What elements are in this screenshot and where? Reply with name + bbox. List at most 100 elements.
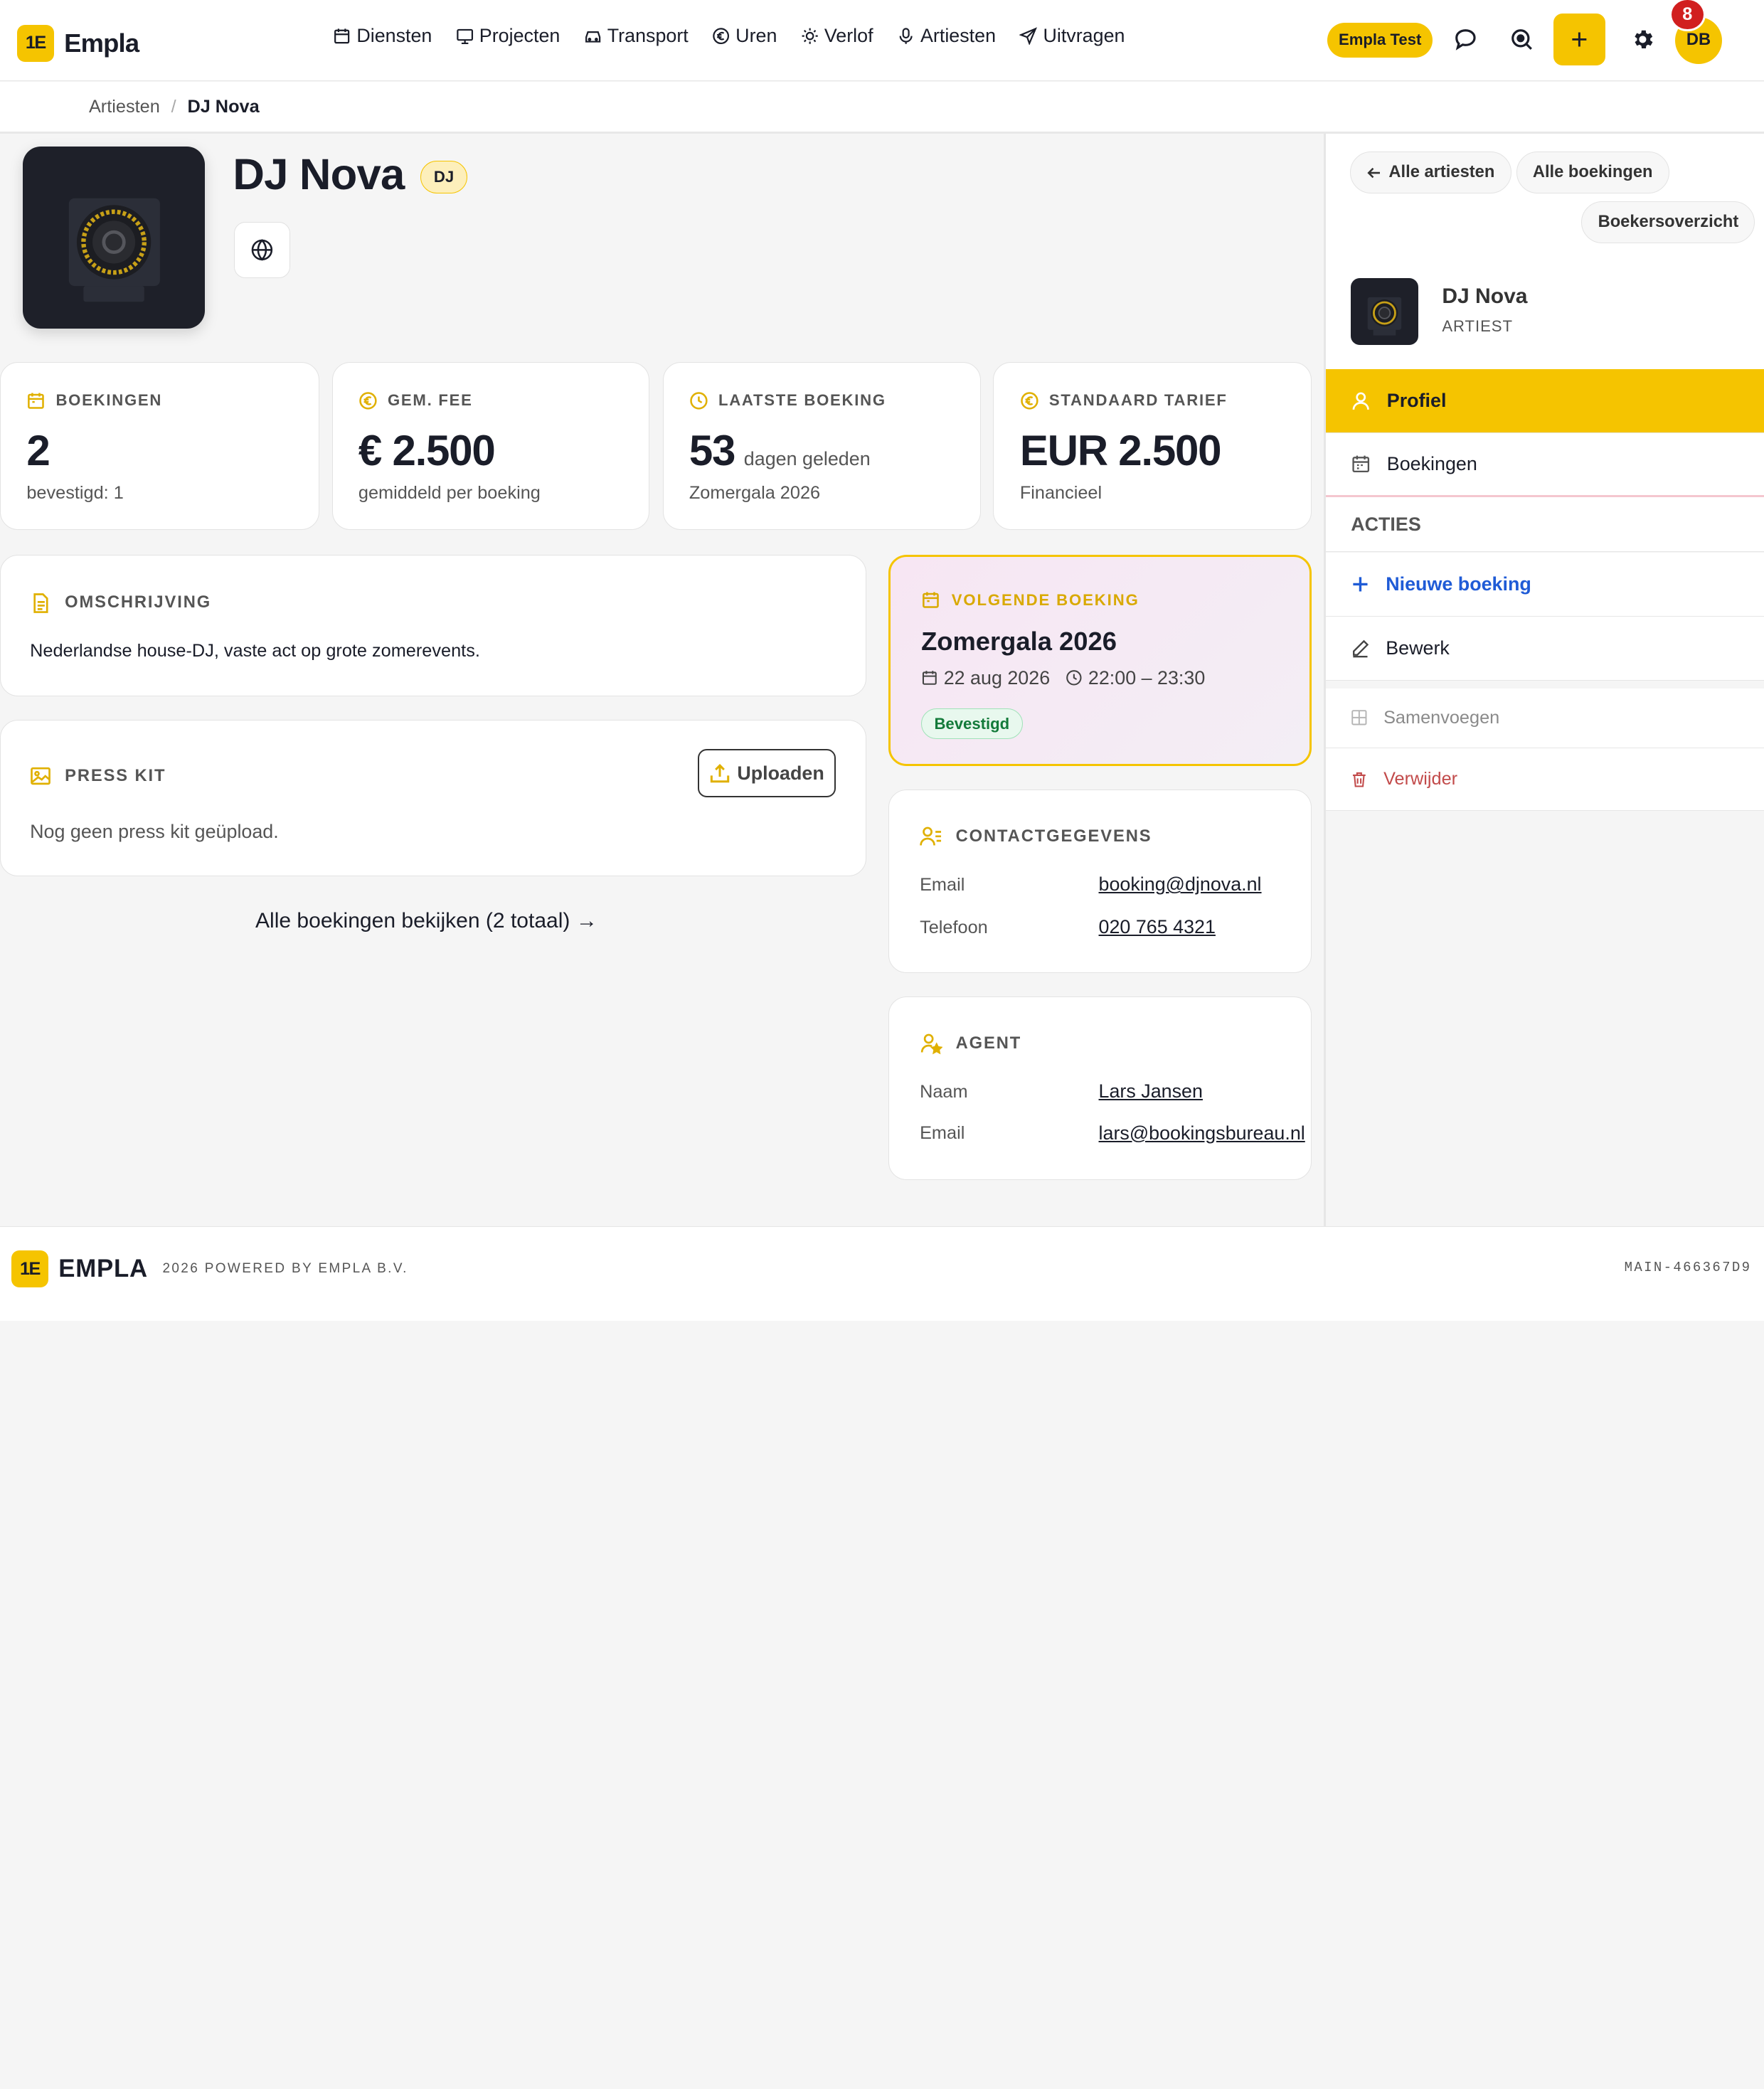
plus-icon (1353, 576, 1368, 592)
stat-label-text: GEM. FEE (387, 391, 473, 410)
pencil-icon (1353, 639, 1369, 658)
actions-heading: ACTIES (1326, 497, 1764, 553)
presskit-empty: Nog geen press kit geüpload. (30, 820, 279, 842)
delete-action[interactable]: Verwijder (1326, 748, 1764, 812)
nav-item-verlof[interactable]: Verlof (801, 25, 873, 47)
footer-logo-mark: 1E (11, 1250, 48, 1288)
nav-item-uitvragen[interactable]: Uitvragen (1019, 25, 1125, 47)
next-booking-title: Zomergala 2026 (921, 626, 1117, 656)
notification-badge[interactable]: 8 (1669, 0, 1706, 32)
breadcrumb-parent[interactable]: Artiesten (89, 97, 160, 117)
date-text: 22 aug 2026 (943, 666, 1051, 689)
speaker-icon (1367, 297, 1402, 336)
sidebar-item-profiel[interactable]: Profiel (1326, 368, 1764, 433)
settings-button[interactable] (1625, 23, 1659, 56)
stat-label: BOEKINGEN (26, 391, 162, 410)
edit-action[interactable]: Bewerk (1326, 616, 1764, 681)
action-label: Samenvoegen (1383, 707, 1500, 728)
sidebar-artist-name: DJ Nova (1442, 285, 1528, 309)
booker-overview-button[interactable]: Boekersoverzicht (1581, 201, 1755, 243)
euro-icon (713, 27, 730, 44)
breadcrumb: Artiesten / DJ Nova (89, 97, 260, 117)
calendar-icon (923, 592, 939, 608)
stat-value: 2 (26, 426, 50, 474)
section-title-text: CONTACTGEGEVENS (955, 826, 1152, 846)
back-label: Alle artiesten (1388, 163, 1495, 182)
nav-item-projecten[interactable]: Projecten (456, 25, 560, 47)
build-id: MAIN-466367D9 (1624, 1259, 1752, 1275)
sidebar-item-boekingen[interactable]: Boekingen (1326, 432, 1764, 497)
merge-icon (1351, 710, 1367, 725)
calendar-icon (1352, 455, 1370, 473)
sidebar-artist-role: ARTIEST (1442, 317, 1513, 335)
search-button[interactable] (1505, 23, 1539, 56)
chat-button[interactable] (1449, 23, 1482, 56)
stat-value: € 2.500 (358, 426, 496, 474)
stat-label-text: STANDAARD TARIEF (1048, 391, 1228, 410)
contact-email-link[interactable]: booking@djnova.nl (1099, 873, 1262, 895)
environment-badge: Empla Test (1327, 22, 1433, 58)
sidebar-item-label: Boekingen (1386, 452, 1477, 474)
image-folder-icon (31, 767, 51, 785)
genre-badge: DJ (420, 161, 467, 193)
breadcrumb-current: DJ Nova (187, 96, 260, 117)
agent-email-link[interactable]: lars@bookingsbureau.nl (1099, 1122, 1305, 1144)
stat-label: LAATSTE BOEKING (689, 391, 886, 410)
nav-label: Uren (735, 24, 777, 46)
nav-item-transport[interactable]: Transport (584, 25, 689, 47)
nav-item-artiesten[interactable]: Artiesten (897, 25, 996, 47)
stat-card-standaard-tarief: STANDAARD TARIEF EUR 2.500 Financieel (993, 362, 1312, 530)
agent-name-link[interactable]: Lars Jansen (1099, 1080, 1203, 1102)
stat-unit: dagen geleden (743, 447, 871, 469)
stat-card-laatste-boeking: LAATSTE BOEKING 53 dagen geleden Zomergal… (662, 362, 982, 530)
action-label: Verwijder (1383, 768, 1458, 789)
all-bookings-link[interactable]: Alle boekingen bekijken (2 totaal) → (255, 909, 597, 933)
calendar-icon (28, 393, 45, 409)
section-title-text: PRESS KIT (65, 766, 166, 785)
arrow-left-icon (1367, 167, 1380, 178)
main-nav: Diensten Projecten Transport Uren Verlof… (333, 25, 1125, 47)
stat-sub: gemiddeld per boeking (358, 483, 541, 504)
description-text: Nederlandse house-DJ, vaste act op grote… (30, 640, 480, 661)
quick-add-button[interactable]: + (1553, 13, 1605, 65)
merge-action[interactable]: Samenvoegen (1326, 688, 1764, 748)
nav-label: Verlof (824, 24, 873, 46)
contacts-icon (920, 826, 942, 846)
description-card: OMSCHRIJVING Nederlandse house-DJ, vaste… (0, 554, 866, 696)
contact-card: CONTACTGEGEVENS Email booking@djnova.nl … (888, 790, 1312, 973)
document-icon (33, 593, 48, 613)
artist-avatar (22, 146, 205, 329)
upload-button[interactable]: Uploaden (697, 749, 836, 798)
app-logo[interactable]: 1E Empla (16, 24, 139, 62)
nav-item-uren[interactable]: Uren (712, 25, 777, 47)
stat-sub: Financieel (1019, 483, 1102, 504)
new-booking-action[interactable]: Nieuwe boeking (1326, 552, 1764, 617)
next-booking-meta: 22 aug 2026 22:00 – 23:30 (921, 667, 1205, 689)
trash-icon (1353, 772, 1366, 787)
right-sidebar: Alle artiesten Alle boekingen Boekersove… (1324, 134, 1764, 1226)
contact-phone-link[interactable]: 020 765 4321 (1099, 916, 1216, 938)
globe-icon (251, 238, 273, 261)
section-title-text: AGENT (955, 1033, 1022, 1053)
next-booking-card[interactable]: VOLGENDE BOEKING Zomergala 2026 22 aug 2… (888, 554, 1312, 766)
car-icon (585, 31, 600, 43)
nav-item-diensten[interactable]: Diensten (333, 25, 432, 47)
top-nav: 1E Empla Diensten Projecten Transport Ur… (0, 0, 1764, 81)
stat-sub: bevestigd: 1 (26, 483, 124, 504)
website-button[interactable] (233, 221, 290, 278)
section-title: PRESS KIT (30, 765, 166, 787)
back-to-artists-button[interactable]: Alle artiesten (1349, 152, 1511, 193)
next-booking-label: VOLGENDE BOEKING (921, 590, 1139, 610)
action-label: Nieuwe boeking (1386, 573, 1531, 595)
agent-name-label: Naam (920, 1081, 968, 1102)
chat-bubble-icon (1455, 29, 1476, 51)
stat-label-text: LAATSTE BOEKING (718, 391, 886, 410)
clock-icon (1066, 670, 1082, 686)
footer: 1E EMPLA 2026 POWERED BY EMPLA B.V. MAIN… (0, 1226, 1764, 1321)
all-bookings-button[interactable]: Alle boekingen (1516, 152, 1669, 193)
nav-label: Artiesten (920, 24, 997, 46)
monitor-icon (456, 28, 473, 44)
send-icon (1019, 26, 1038, 45)
status-badge: Bevestigd (921, 708, 1023, 739)
breadcrumb-bar: Artiesten / DJ Nova (0, 82, 1764, 134)
